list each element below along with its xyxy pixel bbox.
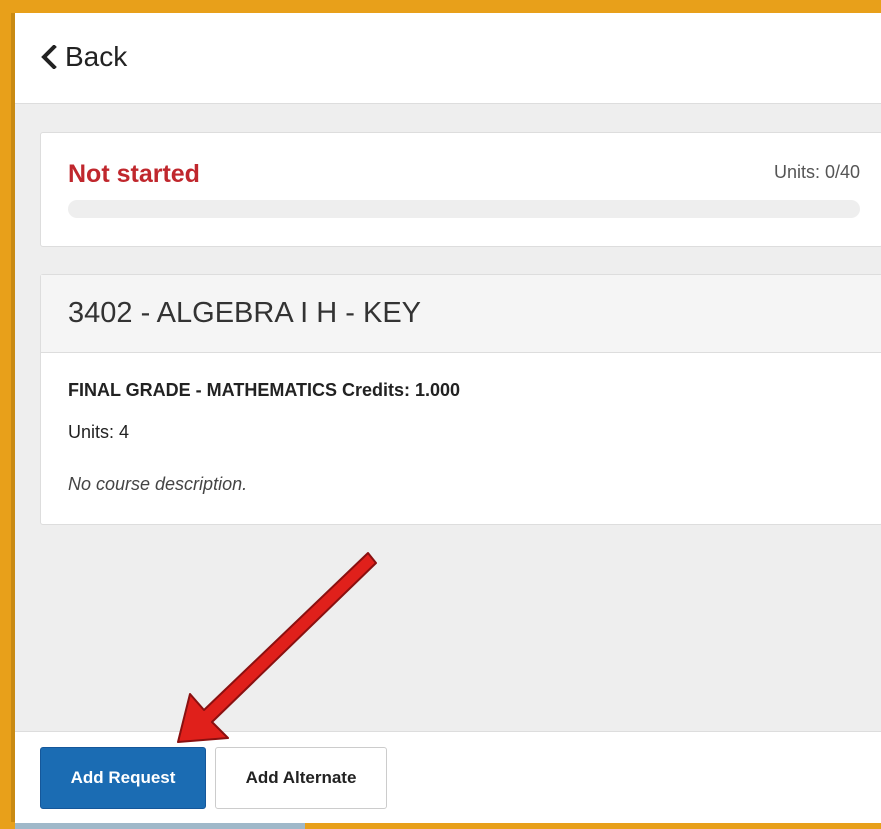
action-footer: Add Request Add Alternate <box>15 731 881 823</box>
course-header: 3402 - ALGEBRA I H - KEY <box>41 275 881 353</box>
add-request-button[interactable]: Add Request <box>40 747 206 809</box>
course-card: 3402 - ALGEBRA I H - KEY FINAL GRADE - M… <box>40 274 881 525</box>
back-label: Back <box>65 41 128 72</box>
chevron-left-icon <box>41 45 57 69</box>
taskbar-sliver <box>15 822 305 829</box>
frame-border-left-inner <box>11 13 15 822</box>
app-frame: Back Not started Units: 0/40 3402 - ALGE… <box>0 0 881 829</box>
progress-bar <box>68 200 860 218</box>
course-units: Units: 4 <box>68 422 130 442</box>
frame-border-left <box>0 0 11 829</box>
add-alternate-button[interactable]: Add Alternate <box>215 747 387 809</box>
back-button[interactable]: Back <box>41 41 127 73</box>
course-description: No course description. <box>68 474 248 494</box>
frame-border-top <box>0 0 881 13</box>
course-grade-credits: FINAL GRADE - MATHEMATICS Credits: 1.000 <box>68 380 461 400</box>
progress-card: Not started Units: 0/40 <box>40 132 881 247</box>
course-title: 3402 - ALGEBRA I H - KEY <box>68 297 421 329</box>
page-header: Back <box>15 13 881 104</box>
status-text: Not started <box>68 160 200 188</box>
units-total: Units: 0/40 <box>773 162 860 182</box>
